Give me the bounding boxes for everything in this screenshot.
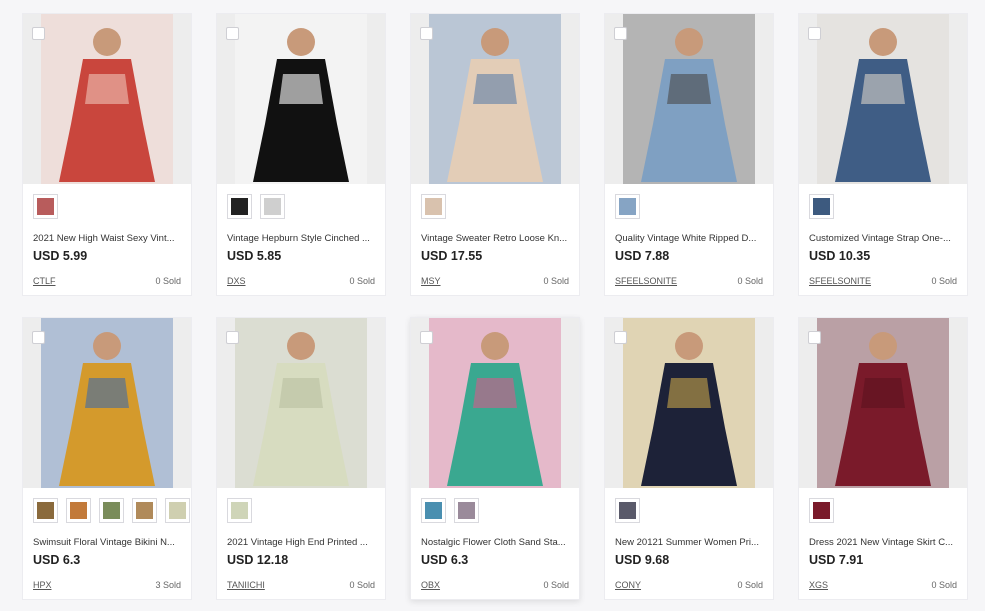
store-link[interactable]: HPX [33,580,52,590]
product-title[interactable]: New 20121 Summer Women Pri... [615,537,767,548]
color-swatch[interactable] [454,498,479,523]
color-swatches [615,194,640,219]
color-swatches [421,498,479,523]
color-swatch[interactable] [809,498,834,523]
product-price: USD 5.99 [33,249,88,263]
store-link[interactable]: DXS [227,276,246,286]
store-link[interactable]: SFEELSONITE [615,276,677,286]
color-swatch[interactable] [615,194,640,219]
product-image[interactable] [605,318,773,488]
product-title[interactable]: Dress 2021 New Vintage Skirt C... [809,537,961,548]
select-checkbox[interactable] [614,331,627,344]
color-swatch[interactable] [66,498,91,523]
color-swatches [227,498,252,523]
sold-count: 0 Sold [349,580,375,590]
sold-count: 0 Sold [737,580,763,590]
product-price: USD 7.91 [809,553,864,567]
color-swatches [33,498,190,523]
store-link[interactable]: SFEELSONITE [809,276,871,286]
product-title[interactable]: 2021 New High Waist Sexy Vint... [33,233,185,244]
product-title[interactable]: Swimsuit Floral Vintage Bikini N... [33,537,185,548]
color-swatches [227,194,285,219]
product-card[interactable]: Swimsuit Floral Vintage Bikini N... USD 6… [22,317,192,600]
sold-count: 0 Sold [155,276,181,286]
color-swatch[interactable] [99,498,124,523]
color-swatch[interactable] [165,498,190,523]
sold-count: 3 Sold [155,580,181,590]
sold-count: 0 Sold [543,276,569,286]
product-price: USD 10.35 [809,249,871,263]
product-image[interactable] [23,14,191,184]
sold-count: 0 Sold [737,276,763,286]
color-swatch[interactable] [33,194,58,219]
product-card[interactable]: Customized Vintage Strap One-... USD 10.3… [798,13,968,296]
color-swatch[interactable] [809,194,834,219]
select-checkbox[interactable] [420,331,433,344]
sold-count: 0 Sold [349,276,375,286]
product-image[interactable] [23,318,191,488]
sold-count: 0 Sold [931,580,957,590]
product-image[interactable] [411,318,579,488]
product-price: USD 9.68 [615,553,670,567]
select-checkbox[interactable] [32,331,45,344]
product-title[interactable]: Customized Vintage Strap One-... [809,233,961,244]
store-link[interactable]: OBX [421,580,440,590]
product-card[interactable]: New 20121 Summer Women Pri... USD 9.68 CON… [604,317,774,600]
select-checkbox[interactable] [226,27,239,40]
color-swatch[interactable] [227,498,252,523]
product-card[interactable]: Dress 2021 New Vintage Skirt C... USD 7.9… [798,317,968,600]
product-image[interactable] [799,14,967,184]
product-card[interactable]: Vintage Sweater Retro Loose Kn... USD 17.… [410,13,580,296]
product-card[interactable]: 2021 Vintage High End Printed ... USD 12.… [216,317,386,600]
color-swatches [809,194,834,219]
product-price: USD 17.55 [421,249,483,263]
product-card[interactable]: 2021 New High Waist Sexy Vint... USD 5.99… [22,13,192,296]
select-checkbox[interactable] [808,27,821,40]
color-swatch[interactable] [33,498,58,523]
select-checkbox[interactable] [808,331,821,344]
product-image[interactable] [217,318,385,488]
select-checkbox[interactable] [614,27,627,40]
product-title[interactable]: Vintage Sweater Retro Loose Kn... [421,233,573,244]
store-link[interactable]: XGS [809,580,828,590]
color-swatch[interactable] [227,194,252,219]
color-swatch[interactable] [615,498,640,523]
store-link[interactable]: CONY [615,580,641,590]
product-card[interactable]: Nostalgic Flower Cloth Sand Sta... USD 6.… [410,317,580,600]
store-link[interactable]: TANIICHI [227,580,265,590]
select-checkbox[interactable] [420,27,433,40]
color-swatch[interactable] [132,498,157,523]
sold-count: 0 Sold [931,276,957,286]
color-swatch[interactable] [260,194,285,219]
sold-count: 0 Sold [543,580,569,590]
product-price: USD 5.85 [227,249,282,263]
product-price: USD 6.3 [421,553,469,567]
product-title[interactable]: Vintage Hepburn Style Cinched ... [227,233,379,244]
product-image[interactable] [217,14,385,184]
product-title[interactable]: Quality Vintage White Ripped D... [615,233,767,244]
color-swatch[interactable] [421,194,446,219]
product-image[interactable] [605,14,773,184]
product-grid: 2021 New High Waist Sexy Vint... USD 5.99… [22,13,968,600]
color-swatches [33,194,58,219]
product-title[interactable]: Nostalgic Flower Cloth Sand Sta... [421,537,573,548]
select-checkbox[interactable] [32,27,45,40]
color-swatches [421,194,446,219]
store-link[interactable]: CTLF [33,276,56,286]
store-link[interactable]: MSY [421,276,441,286]
product-price: USD 6.3 [33,553,81,567]
product-image[interactable] [411,14,579,184]
product-card[interactable]: Vintage Hepburn Style Cinched ... USD 5.8… [216,13,386,296]
product-title[interactable]: 2021 Vintage High End Printed ... [227,537,379,548]
color-swatch[interactable] [421,498,446,523]
product-card[interactable]: Quality Vintage White Ripped D... USD 7.8… [604,13,774,296]
color-swatches [809,498,834,523]
product-price: USD 7.88 [615,249,670,263]
select-checkbox[interactable] [226,331,239,344]
color-swatches [615,498,640,523]
product-price: USD 12.18 [227,553,289,567]
product-image[interactable] [799,318,967,488]
